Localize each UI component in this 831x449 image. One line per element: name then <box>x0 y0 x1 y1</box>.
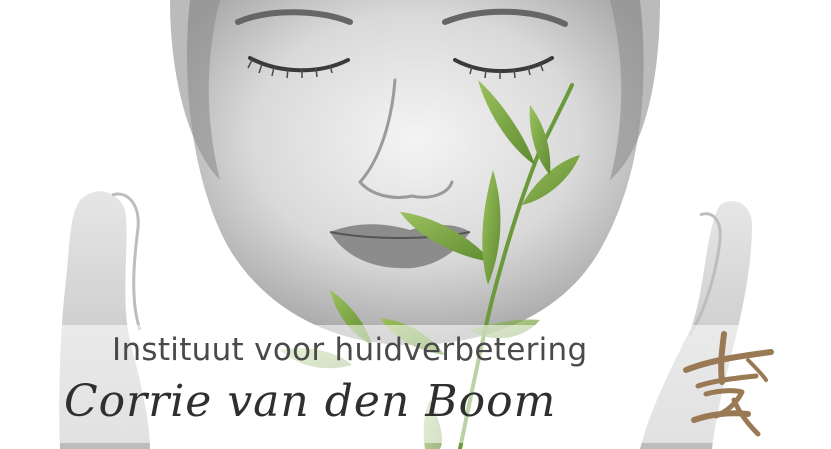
brand-title: Corrie van den Boom <box>64 376 557 427</box>
hero-banner: Instituut voor huidverbetering Corrie va… <box>0 0 831 449</box>
institute-subtitle: Instituut voor huidverbetering <box>112 332 588 368</box>
calligraphy-mark-icon <box>683 331 774 437</box>
